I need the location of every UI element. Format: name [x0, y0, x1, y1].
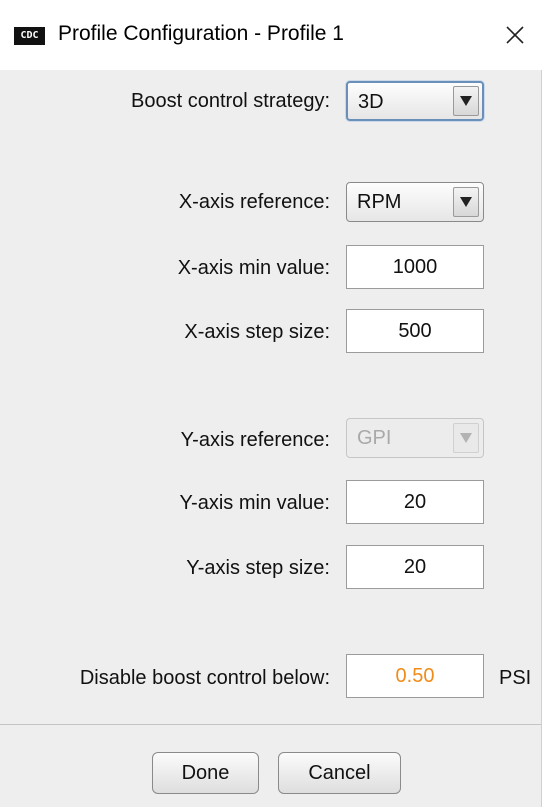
- triangle-down-icon: [460, 96, 472, 106]
- boost-strategy-dropdown[interactable]: 3D: [346, 81, 484, 121]
- triangle-down-icon: [460, 433, 472, 443]
- x-axis-reference-label: X-axis reference:: [178, 191, 330, 213]
- x-axis-min-label: X-axis min value:: [177, 257, 330, 279]
- y-axis-min-label: Y-axis min value:: [179, 492, 330, 514]
- title-bar[interactable]: CDC Profile Configuration - Profile 1: [0, 0, 542, 70]
- x-axis-min-input[interactable]: 1000: [346, 245, 484, 289]
- x-axis-reference-value: RPM: [357, 191, 402, 213]
- y-axis-min-input[interactable]: 20: [346, 480, 484, 524]
- app-icon: CDC: [14, 27, 45, 45]
- y-axis-reference-value: GPI: [357, 427, 392, 449]
- window-title: Profile Configuration - Profile 1: [58, 22, 344, 45]
- psi-unit-label: PSI: [499, 667, 532, 689]
- x-axis-step-input[interactable]: 500: [346, 309, 484, 353]
- boost-strategy-value: 3D: [358, 91, 384, 113]
- x-axis-step-label: X-axis step size:: [184, 321, 330, 343]
- y-axis-step-input[interactable]: 20: [346, 545, 484, 589]
- y-axis-reference-label: Y-axis reference:: [180, 429, 330, 451]
- button-bar-separator: [0, 724, 541, 725]
- profile-configuration-dialog: CDC Profile Configuration - Profile 1 Bo…: [0, 0, 542, 807]
- y-axis-step-label: Y-axis step size:: [186, 557, 330, 579]
- cancel-button[interactable]: Cancel: [278, 752, 401, 794]
- done-button[interactable]: Done: [152, 752, 259, 794]
- disable-boost-input[interactable]: 0.50: [346, 654, 484, 698]
- dropdown-arrow-button: [453, 423, 479, 453]
- x-axis-reference-dropdown[interactable]: RPM: [346, 182, 484, 222]
- dropdown-arrow-button[interactable]: [453, 187, 479, 217]
- triangle-down-icon: [460, 197, 472, 207]
- close-button[interactable]: [490, 12, 540, 58]
- dropdown-arrow-button[interactable]: [453, 86, 479, 116]
- boost-strategy-label: Boost control strategy:: [131, 90, 330, 112]
- y-axis-reference-dropdown: GPI: [346, 418, 484, 458]
- close-icon: [506, 26, 524, 44]
- disable-boost-label: Disable boost control below:: [79, 667, 330, 689]
